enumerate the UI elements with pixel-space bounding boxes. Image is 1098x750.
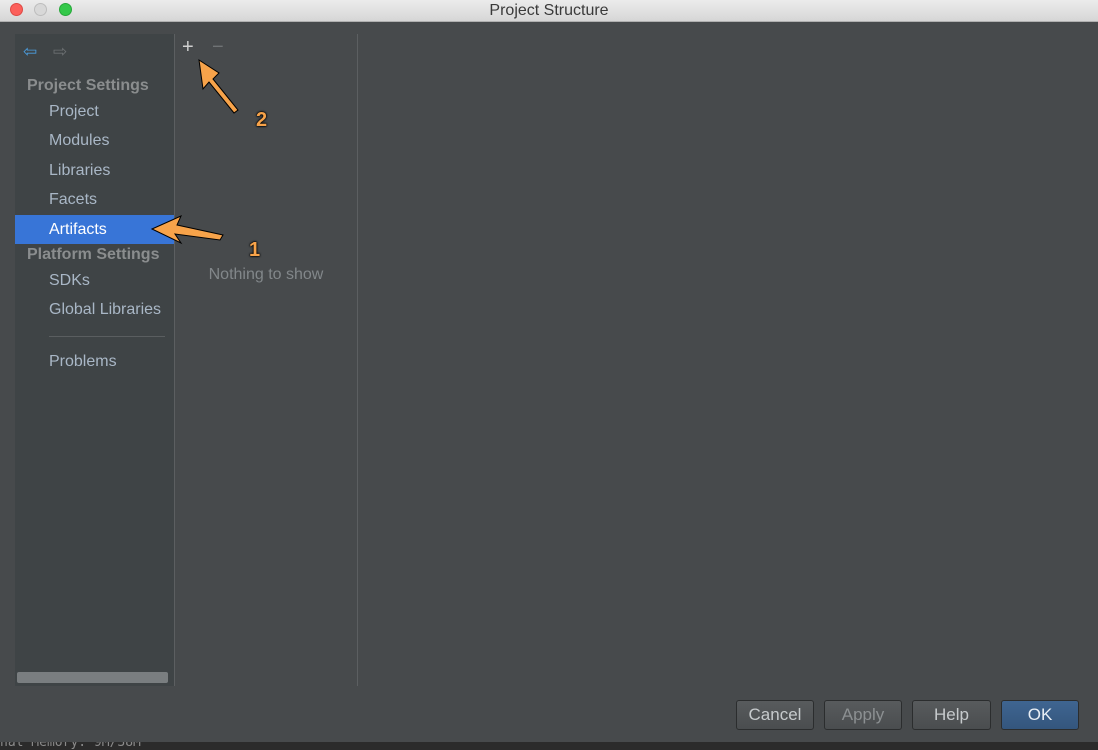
memory-indicator: nal Memory: 9M/38M	[0, 742, 141, 750]
status-bar: nal Memory: 9M/38M	[0, 742, 1098, 750]
callout-number-1: 1	[249, 239, 261, 261]
callout-number-2: 2	[256, 109, 268, 131]
annotation-arrows	[150, 58, 239, 245]
project-structure-window: Project Structure ⇦ ⇨ Project Settings P…	[0, 0, 1098, 742]
callout-arrow-2-icon	[198, 58, 239, 114]
callout-arrow-1-icon	[150, 215, 224, 245]
